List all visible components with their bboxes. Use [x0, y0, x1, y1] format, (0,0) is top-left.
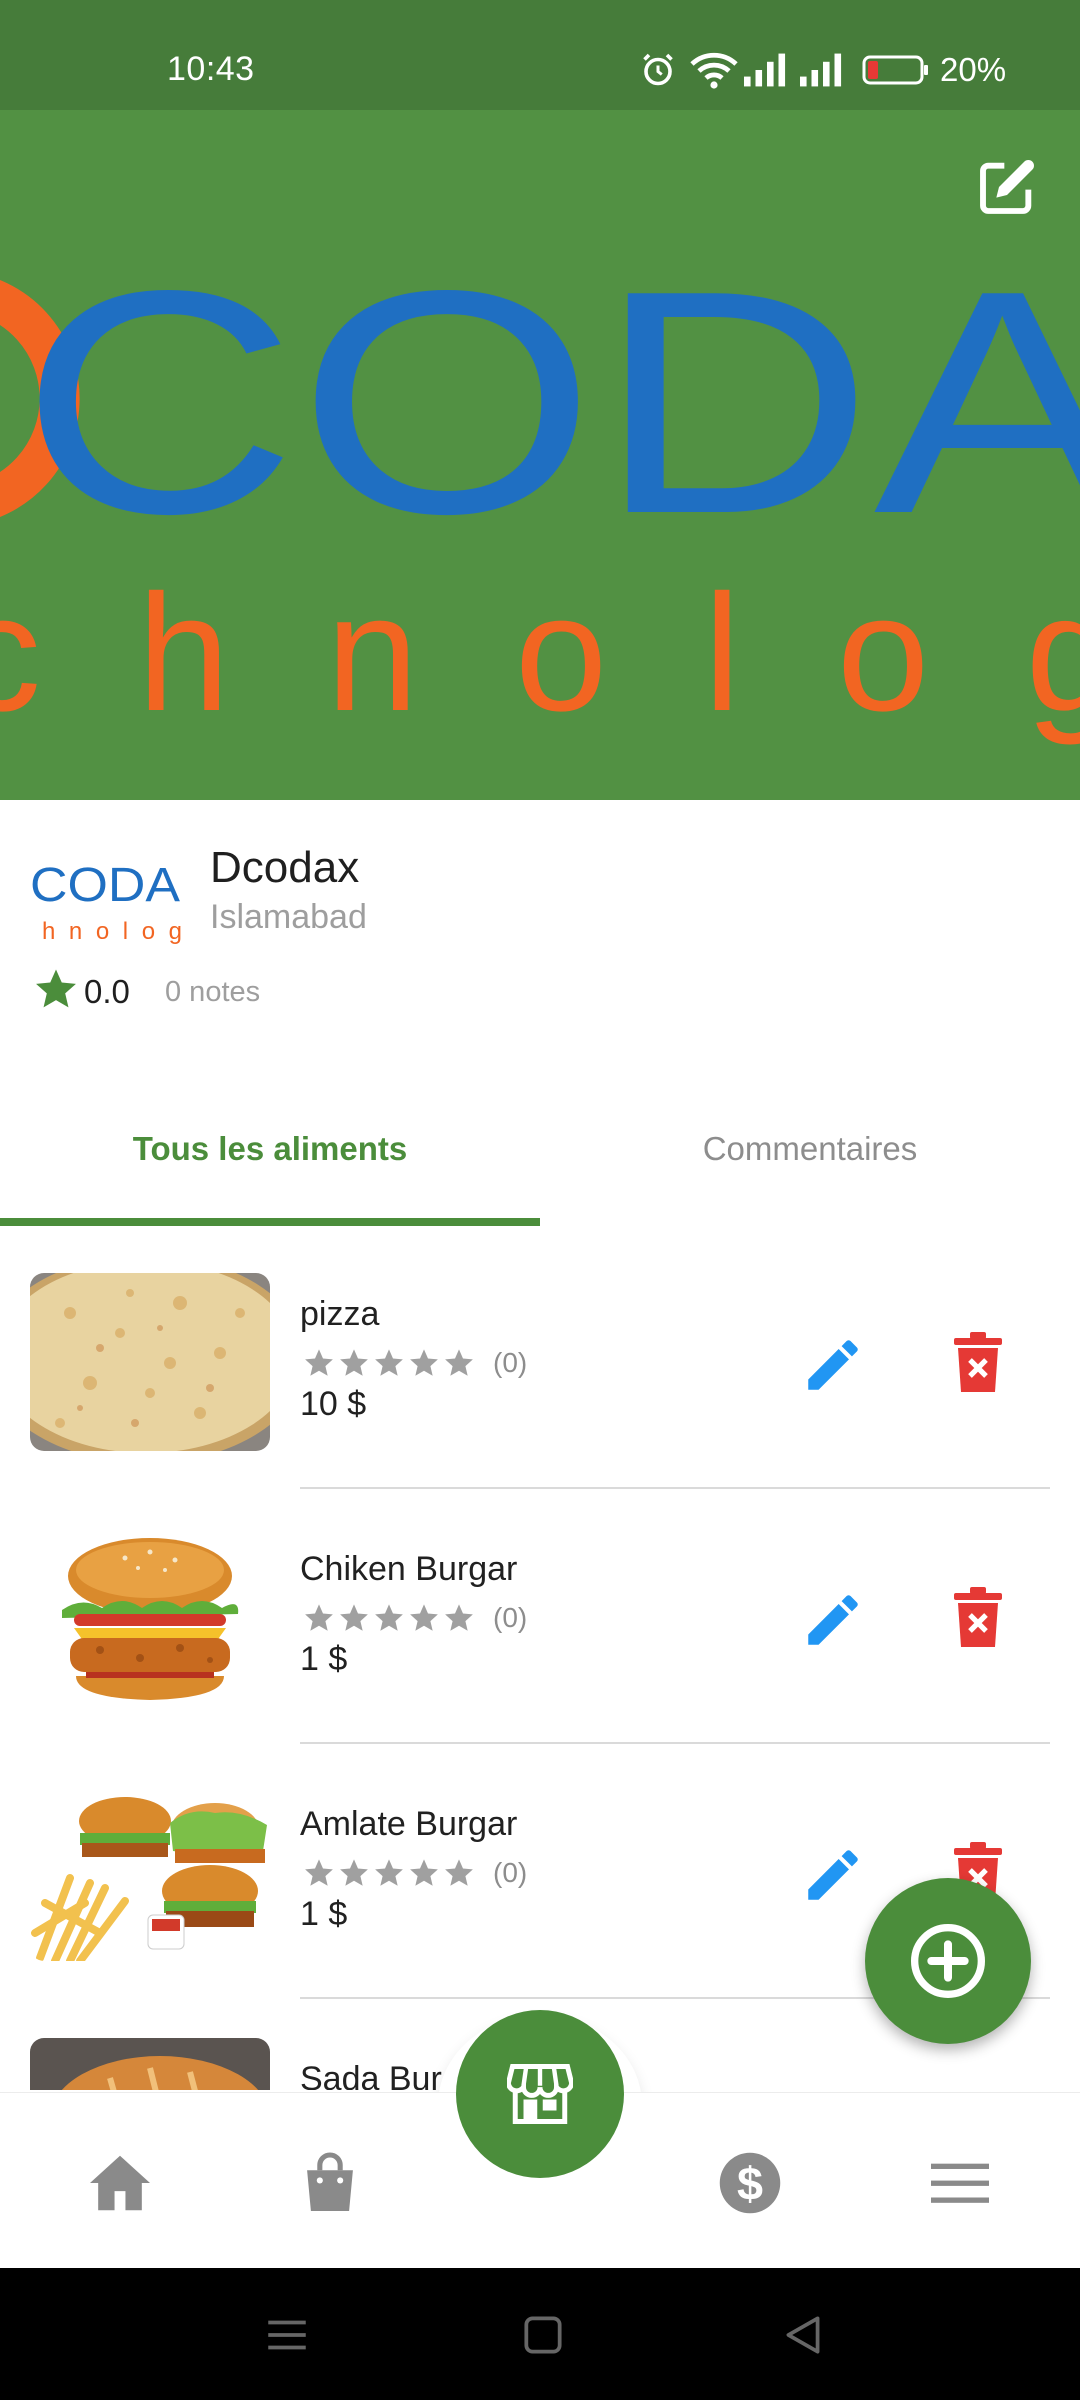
food-rating: (0) [302, 1857, 527, 1889]
shop-name: Dcodax [210, 843, 360, 892]
tab-comments[interactable]: Commentaires [540, 1130, 1080, 1168]
star-icon [340, 1604, 368, 1631]
edit-icon[interactable] [800, 1842, 866, 1908]
star-icon [305, 1604, 333, 1631]
battery-percent: 20% [940, 51, 1007, 88]
food-image [30, 1783, 270, 1961]
shopping-bag-icon [307, 2152, 353, 2211]
food-price: 1 $ [300, 1895, 348, 1933]
star-icon [340, 1859, 368, 1886]
system-nav-bar [0, 2268, 1080, 2400]
rating-count: (0) [493, 1857, 528, 1888]
cover-logo-word: CODA [20, 225, 1080, 580]
add-food-button[interactable] [865, 1878, 1031, 2044]
divider [300, 1742, 1050, 1744]
add-circle-icon [911, 1924, 985, 1998]
nav-earnings[interactable]: $ [715, 2148, 785, 2218]
nav-menu[interactable] [925, 2148, 995, 2218]
status-bar: 10:43 20% [0, 0, 1080, 110]
food-price: 10 $ [300, 1385, 367, 1423]
signal-icon [744, 53, 786, 87]
status-time: 10:43 [167, 50, 255, 88]
list-item[interactable]: pizza (0) 10 $ [0, 1240, 1080, 1495]
food-rating: (0) [302, 1347, 527, 1379]
signal-icon-2 [800, 53, 842, 87]
tab-indicator [0, 1218, 540, 1226]
rating-count: (0) [493, 1602, 528, 1633]
rating-notes: 0 notes [165, 976, 261, 1008]
home-button-icon[interactable] [518, 2310, 568, 2360]
food-image [30, 2038, 270, 2090]
rating-count: (0) [493, 1347, 528, 1378]
svg-text:$: $ [737, 2158, 763, 2210]
shop-city: Islamabad [210, 898, 367, 936]
alarm-icon [643, 53, 673, 86]
list-item[interactable]: Chiken Burgar (0) 1 $ [0, 1495, 1080, 1750]
battery-fill [868, 61, 878, 79]
delete-icon[interactable] [952, 1332, 1004, 1394]
tab-all-foods[interactable]: Tous les aliments [0, 1130, 540, 1168]
nav-orders[interactable] [295, 2148, 365, 2218]
edit-icon[interactable] [800, 1587, 866, 1653]
cover-logo: CODA chnolog [0, 225, 1080, 746]
food-rating: (0) [302, 1602, 527, 1634]
wifi-icon [690, 52, 738, 89]
divider [300, 1487, 1050, 1489]
cover-image: CODA chnolog [0, 110, 1080, 800]
star-icon [340, 1349, 368, 1376]
food-name: Amlate Burgar [300, 1805, 518, 1843]
delete-icon[interactable] [952, 1587, 1004, 1649]
shop-logo-sub: hnolog [42, 918, 182, 945]
star-icon [375, 1859, 403, 1886]
star-icon [305, 1859, 333, 1886]
food-name: pizza [300, 1295, 380, 1333]
food-price: 1 $ [300, 1640, 348, 1678]
menu-icon [931, 2163, 989, 2203]
food-name: Chiken Burgar [300, 1550, 518, 1588]
food-image [30, 1528, 270, 1706]
rating-value: 0.0 [84, 973, 130, 1010]
dollar-icon: $ [719, 2152, 781, 2214]
star-icon [410, 1604, 438, 1631]
nav-home[interactable] [85, 2148, 155, 2218]
shop-logo-word: CODA [30, 859, 180, 912]
back-icon[interactable] [778, 2310, 828, 2360]
battery-icon [862, 55, 928, 85]
star-icon [305, 1349, 333, 1376]
status-icons: 20% [640, 48, 1006, 92]
food-list[interactable]: pizza (0) 10 $ Chiken Burgar (0) 1 $ Aml… [0, 1240, 1080, 2090]
star-icon [410, 1349, 438, 1376]
storefront-icon [507, 2064, 573, 2124]
star-icon [410, 1859, 438, 1886]
rating-star-icon [36, 969, 76, 1008]
recent-apps-icon[interactable] [262, 2310, 312, 2360]
shop-logo: CODA hnolog [30, 859, 182, 945]
star-icon [445, 1859, 473, 1886]
shop-button[interactable] [456, 2010, 624, 2178]
edit-cover-icon[interactable] [975, 155, 1039, 219]
star-icon [375, 1349, 403, 1376]
home-icon [90, 2155, 150, 2211]
star-icon [445, 1349, 473, 1376]
star-icon [375, 1604, 403, 1631]
food-image [30, 1273, 270, 1451]
edit-icon[interactable] [800, 1332, 866, 1398]
star-icon [445, 1604, 473, 1631]
cover-logo-sub: chnolog [0, 561, 1080, 746]
